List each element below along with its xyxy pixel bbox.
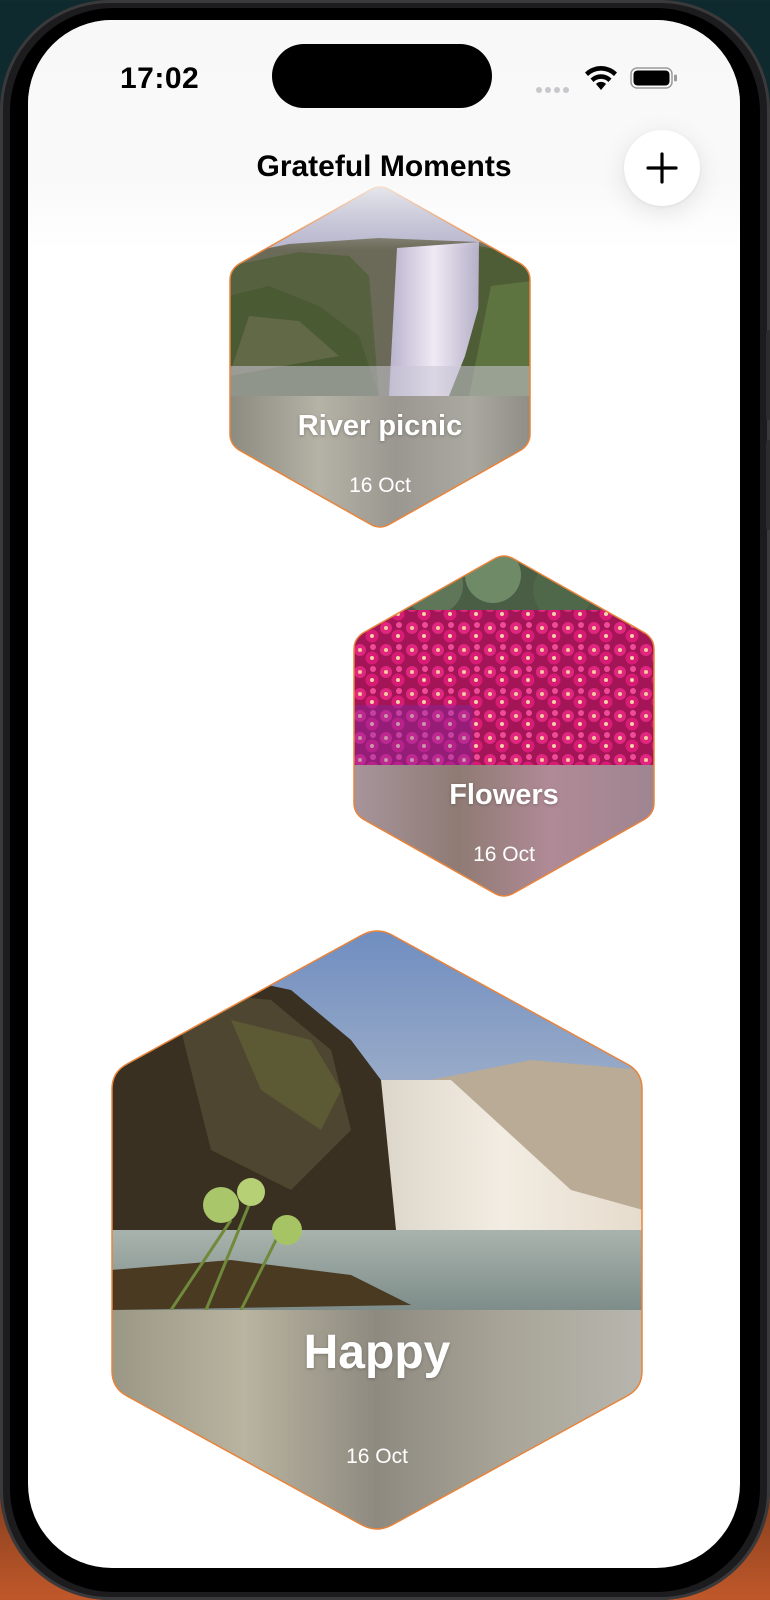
status-time: 17:02 xyxy=(120,62,200,95)
moment-title: River picnic xyxy=(297,410,463,442)
app-screen: 17:02 Grateful Moments River picnic 16 O… xyxy=(28,20,740,1568)
plus-icon xyxy=(646,152,678,184)
cellular-signal-icon xyxy=(536,80,572,98)
status-bar: 17:02 xyxy=(28,20,740,130)
moment-card-flowers[interactable]: Flowers 16 Oct xyxy=(353,555,655,897)
waterfall-river-photo xyxy=(111,930,643,1530)
moment-date: 16 Oct xyxy=(473,843,535,866)
volume-up-button xyxy=(766,330,770,420)
volume-down-button xyxy=(766,440,770,530)
moment-card-happy[interactable]: Happy 16 Oct xyxy=(111,930,643,1530)
moment-date: 16 Oct xyxy=(346,1445,408,1468)
battery-icon xyxy=(630,67,677,89)
moment-card-river-picnic[interactable]: River picnic 16 Oct xyxy=(229,186,531,528)
home-indicator xyxy=(264,1550,504,1560)
dynamic-island xyxy=(272,44,492,108)
moment-title: Flowers xyxy=(449,779,559,811)
moment-title: Happy xyxy=(303,1326,451,1379)
add-moment-button[interactable] xyxy=(624,130,700,206)
phone-frame: 17:02 Grateful Moments River picnic 16 O… xyxy=(0,0,770,1600)
moment-date: 16 Oct xyxy=(349,474,411,497)
wifi-icon xyxy=(585,66,617,90)
